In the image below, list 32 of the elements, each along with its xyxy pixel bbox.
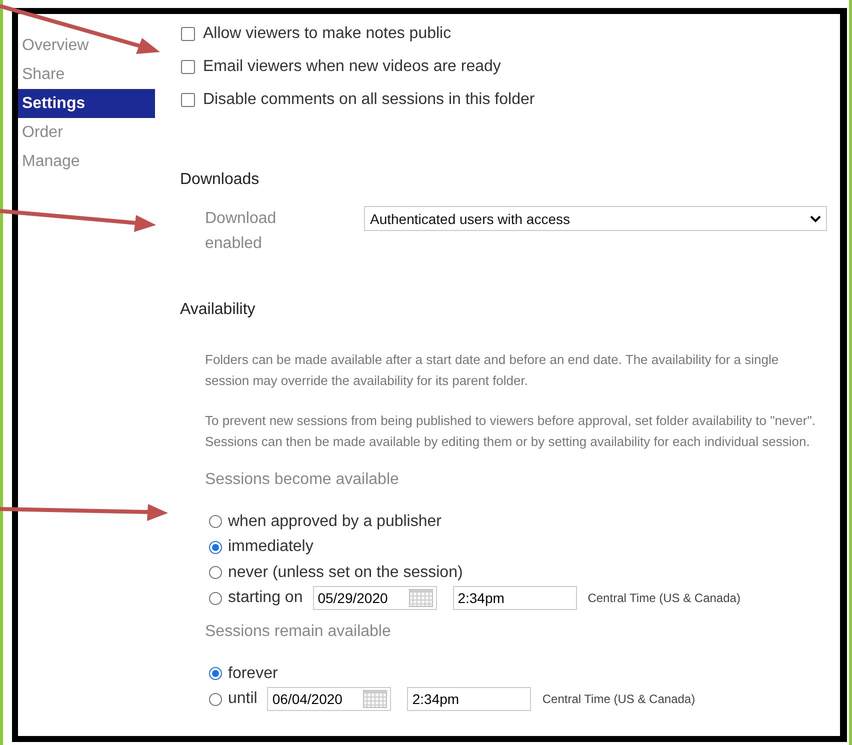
timezone-label: Central Time (US & Canada) <box>542 692 696 706</box>
radio-label: until <box>228 690 258 708</box>
checkbox[interactable] <box>181 60 195 74</box>
radio-button[interactable] <box>209 566 222 580</box>
radio-label: immediately <box>228 538 314 556</box>
group-label: Sessions become available <box>205 471 400 490</box>
checkbox[interactable] <box>181 92 195 106</box>
checkbox-label: Email viewers when new videos are ready <box>203 58 501 76</box>
download-select[interactable]: Authenticated users with access <box>364 206 827 231</box>
radio-button[interactable] <box>209 692 222 706</box>
section-heading: Availability <box>180 301 256 319</box>
radio-button[interactable] <box>209 667 222 680</box>
radio-label: forever <box>228 664 278 683</box>
time-field[interactable]: 2:34pm <box>452 586 577 610</box>
group-label: Sessions remain available <box>205 623 392 642</box>
field-label: Download enabled <box>205 209 278 254</box>
time-field[interactable]: 2:34pm <box>407 687 532 712</box>
radio-label: never (unless set on the session) <box>228 564 463 582</box>
section-heading: Downloads <box>180 171 260 189</box>
checkbox[interactable] <box>181 26 195 40</box>
radio-button[interactable] <box>209 540 222 554</box>
radio-button[interactable] <box>209 592 222 605</box>
checkbox-label: Allow viewers to make notes public <box>203 24 452 42</box>
chevron-down-icon <box>810 214 821 222</box>
timezone-label: Central Time (US & Canada) <box>588 591 740 606</box>
radio-button[interactable] <box>209 515 222 528</box>
help-paragraph: To prevent new sessions from being published to viewers before approval, set folder availability to "never". Sessions can then be made available by editing them or by setting availability for each individual session. <box>205 412 816 451</box>
radio-label: when approved by a publisher <box>228 512 442 531</box>
sidebar-item[interactable]: Settings <box>18 89 155 118</box>
checkbox-label: Disable comments on all sessions in this folder <box>203 90 535 108</box>
help-paragraph: Folders can be made available after a start date and before an end date. The availability for a single session may override the availability for its parent folder. <box>205 351 780 390</box>
radio-label: starting on <box>228 589 303 608</box>
